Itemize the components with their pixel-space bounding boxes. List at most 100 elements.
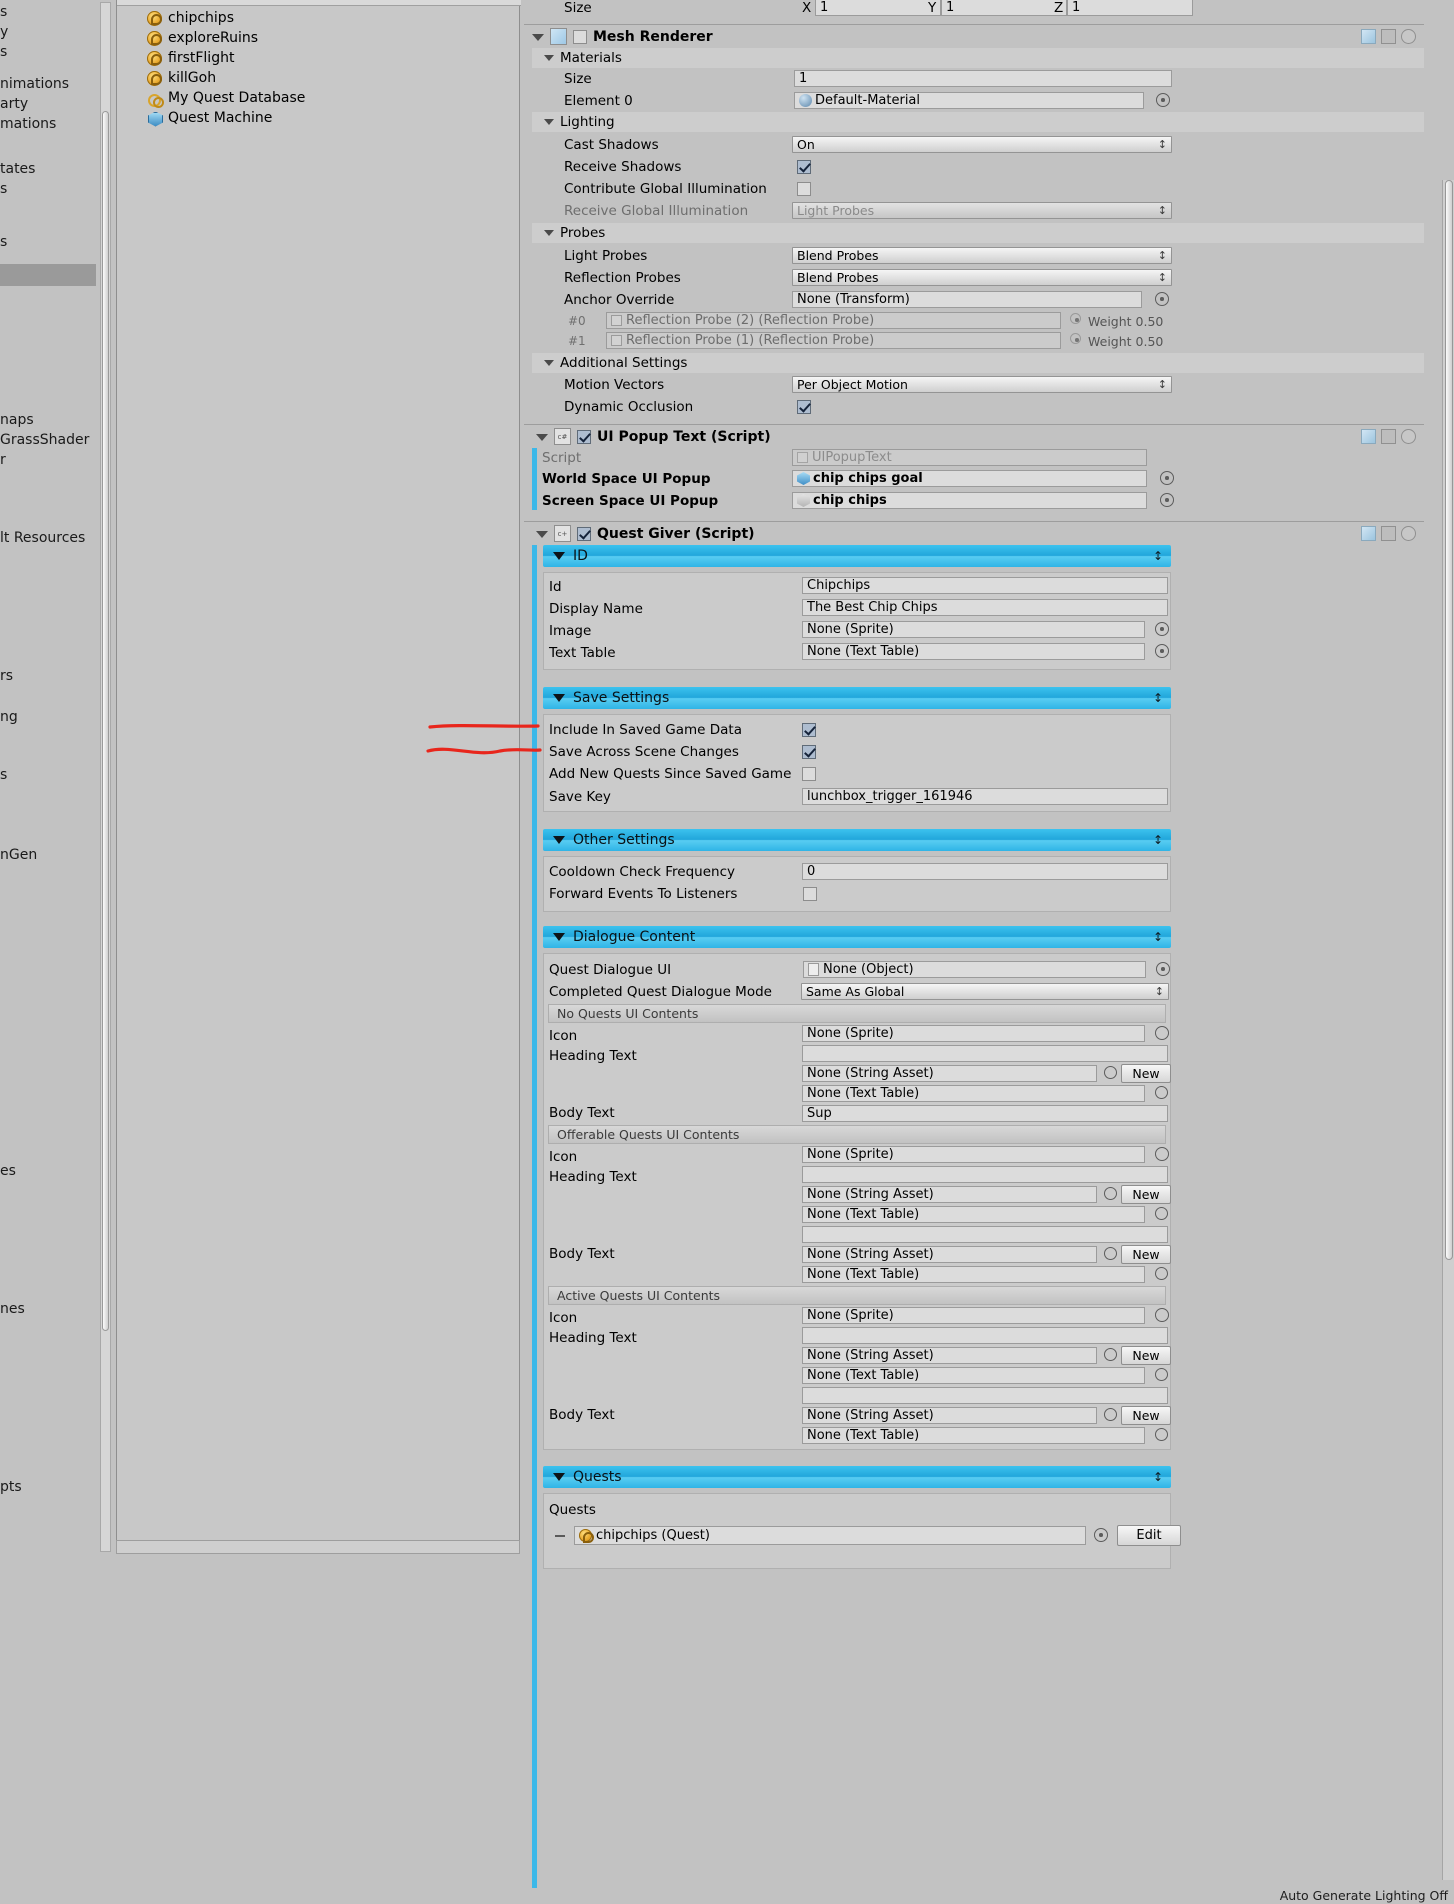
- dialogue-icon-object-field[interactable]: None (Sprite): [802, 1307, 1145, 1324]
- gear-icon[interactable]: [1401, 526, 1416, 541]
- dialogue-heading-string-asset[interactable]: None (String Asset): [802, 1186, 1097, 1203]
- dialogue-body-picker-icon[interactable]: [1104, 1247, 1117, 1260]
- quest-giver-header[interactable]: c+ Quest Giver (Script): [524, 521, 1424, 545]
- quest-dialogue-ui-object-field[interactable]: None (Object): [803, 961, 1146, 978]
- dialogue-heading-input[interactable]: [802, 1327, 1168, 1344]
- world-space-object-field[interactable]: chip chips goal: [792, 470, 1147, 487]
- save-across-scene-changes-checkbox[interactable]: [802, 745, 816, 759]
- forward-events-checkbox[interactable]: [803, 887, 817, 901]
- hierarchy-horizontal-scrollbar[interactable]: [116, 1540, 607, 1554]
- dialogue-body-input[interactable]: Sup: [802, 1105, 1168, 1122]
- dialogue-heading-table-picker-icon[interactable]: [1155, 1368, 1168, 1381]
- dialogue-body-new-button[interactable]: New: [1121, 1245, 1171, 1264]
- dialogue-heading-new-button[interactable]: New: [1121, 1185, 1171, 1204]
- hierarchy-pane[interactable]: chipchips exploreRuins firstFlight killGoh M…: [96, 0, 607, 1560]
- dialogue-heading-table-picker-icon[interactable]: [1155, 1207, 1168, 1220]
- quests-section-header[interactable]: Quests: [543, 1466, 1171, 1488]
- screen-space-object-field[interactable]: chip chips: [792, 492, 1147, 509]
- preset-icon[interactable]: [1381, 526, 1396, 541]
- chevron-down-icon[interactable]: [544, 116, 556, 128]
- project-pane-clipped[interactable]: s y s nimations arty mations tates s s naps GrassS…: [0, 0, 96, 1904]
- hierarchy-item-my-quest-database[interactable]: My Quest Database: [147, 88, 305, 108]
- ui-popup-text-header[interactable]: c# UI Popup Text (Script): [524, 424, 1424, 448]
- dialogue-heading-picker-icon[interactable]: [1104, 1066, 1117, 1079]
- hierarchy-item-quest-machine[interactable]: Quest Machine: [147, 108, 272, 128]
- save-settings-header[interactable]: Save Settings: [543, 687, 1171, 709]
- other-settings-header[interactable]: Other Settings: [543, 829, 1171, 851]
- dialogue-body-picker-icon[interactable]: [1104, 1408, 1117, 1421]
- include-saved-game-data-checkbox[interactable]: [802, 723, 816, 737]
- quest-object-field[interactable]: chipchips (Quest): [574, 1526, 1086, 1545]
- quest-edit-button[interactable]: Edit: [1117, 1525, 1181, 1546]
- project-row[interactable]: s: [0, 765, 7, 785]
- hierarchy-vertical-scrollbar[interactable]: [100, 2, 111, 1552]
- dialogue-body-string-asset[interactable]: None (String Asset): [802, 1246, 1097, 1263]
- hierarchy-item-exploreruins[interactable]: exploreRuins: [147, 28, 258, 48]
- quest-giver-enabled-checkbox[interactable]: [577, 526, 591, 541]
- materials-foldout[interactable]: Materials: [532, 48, 1424, 68]
- dialogue-content-header[interactable]: Dialogue Content: [543, 926, 1171, 948]
- element0-picker-icon[interactable]: [1156, 93, 1170, 107]
- gear-icon[interactable]: [1401, 29, 1416, 44]
- hierarchy-list[interactable]: chipchips exploreRuins firstFlight killGoh M…: [116, 0, 521, 1550]
- id-row-picker-icon[interactable]: [1155, 622, 1169, 636]
- receive-shadows-checkbox[interactable]: [797, 160, 811, 174]
- element0-object-field[interactable]: Default-Material: [794, 92, 1144, 109]
- scrollbar-thumb[interactable]: [102, 111, 109, 1331]
- id-row-object-field[interactable]: None (Sprite): [802, 621, 1145, 638]
- scrollbar-thumb-inspector[interactable]: [1445, 180, 1453, 1260]
- chevron-down-icon[interactable]: [536, 431, 548, 443]
- motion-vectors-dropdown[interactable]: Per Object Motion: [792, 376, 1172, 393]
- project-row[interactable]: s: [0, 179, 7, 199]
- dialogue-heading-text-table[interactable]: None (Text Table): [802, 1206, 1145, 1223]
- inspector-pane[interactable]: Size X 1 Y 1 Z 1 Mesh Renderer Materials…: [524, 0, 1454, 1888]
- quest-picker-icon[interactable]: [1094, 1528, 1108, 1542]
- project-row[interactable]: s: [0, 232, 7, 252]
- mesh-renderer-enabled-checkbox[interactable]: [573, 29, 587, 44]
- project-row[interactable]: ng: [0, 707, 18, 727]
- help-icon[interactable]: [1361, 526, 1376, 541]
- project-row[interactable]: naps: [0, 410, 34, 430]
- project-row[interactable]: r: [0, 450, 6, 470]
- probes-foldout[interactable]: Probes: [532, 223, 1424, 243]
- anchor-override-object-field[interactable]: None (Transform): [792, 291, 1142, 308]
- quest-row-drag-handle[interactable]: [555, 1535, 565, 1537]
- dialogue-body-text-table[interactable]: None (Text Table): [802, 1427, 1145, 1444]
- dialogue-body-new-button[interactable]: New: [1121, 1406, 1171, 1425]
- materials-size-field[interactable]: 1: [794, 70, 1172, 87]
- dialogue-body-input[interactable]: [802, 1226, 1168, 1243]
- id-row-input[interactable]: Chipchips: [802, 577, 1168, 594]
- quest-dialogue-ui-picker-icon[interactable]: [1156, 962, 1170, 976]
- id-row-object-field[interactable]: None (Text Table): [802, 643, 1145, 660]
- mesh-renderer-header[interactable]: Mesh Renderer: [524, 24, 1424, 48]
- dialogue-body-string-asset[interactable]: None (String Asset): [802, 1407, 1097, 1424]
- project-row[interactable]: mations: [0, 114, 56, 134]
- transform-x-field[interactable]: 1: [815, 0, 941, 16]
- dialogue-heading-picker-icon[interactable]: [1104, 1187, 1117, 1200]
- project-row[interactable]: y: [0, 22, 8, 42]
- chevron-down-icon[interactable]: [544, 227, 556, 239]
- dialogue-icon-object-field[interactable]: None (Sprite): [802, 1025, 1145, 1042]
- transform-z-field[interactable]: 1: [1067, 0, 1193, 16]
- preset-icon[interactable]: [1381, 29, 1396, 44]
- dialogue-body-table-picker-icon[interactable]: [1155, 1428, 1168, 1441]
- project-row[interactable]: nimations: [0, 74, 69, 94]
- project-row[interactable]: GrassShader: [0, 430, 89, 450]
- project-row[interactable]: nGen: [0, 845, 37, 865]
- light-probes-dropdown[interactable]: Blend Probes: [792, 247, 1172, 264]
- project-row[interactable]: nes: [0, 1299, 25, 1319]
- transform-y-field[interactable]: 1: [941, 0, 1067, 16]
- dialogue-body-input[interactable]: [802, 1387, 1168, 1404]
- gear-icon[interactable]: [1401, 429, 1416, 444]
- completed-mode-dropdown[interactable]: Same As Global: [801, 983, 1169, 1000]
- hierarchy-item-killgoh[interactable]: killGoh: [147, 68, 216, 88]
- chevron-down-icon[interactable]: [544, 52, 556, 64]
- dialogue-body-text-table[interactable]: None (Text Table): [802, 1266, 1145, 1283]
- ui-popup-text-enabled-checkbox[interactable]: [577, 429, 591, 444]
- dialogue-heading-string-asset[interactable]: None (String Asset): [802, 1347, 1097, 1364]
- add-new-quests-checkbox[interactable]: [802, 767, 816, 781]
- project-row[interactable]: rs: [0, 666, 13, 686]
- chevron-down-icon[interactable]: [532, 31, 544, 43]
- id-section-header[interactable]: ID: [543, 545, 1171, 567]
- screen-space-picker-icon[interactable]: [1160, 493, 1174, 507]
